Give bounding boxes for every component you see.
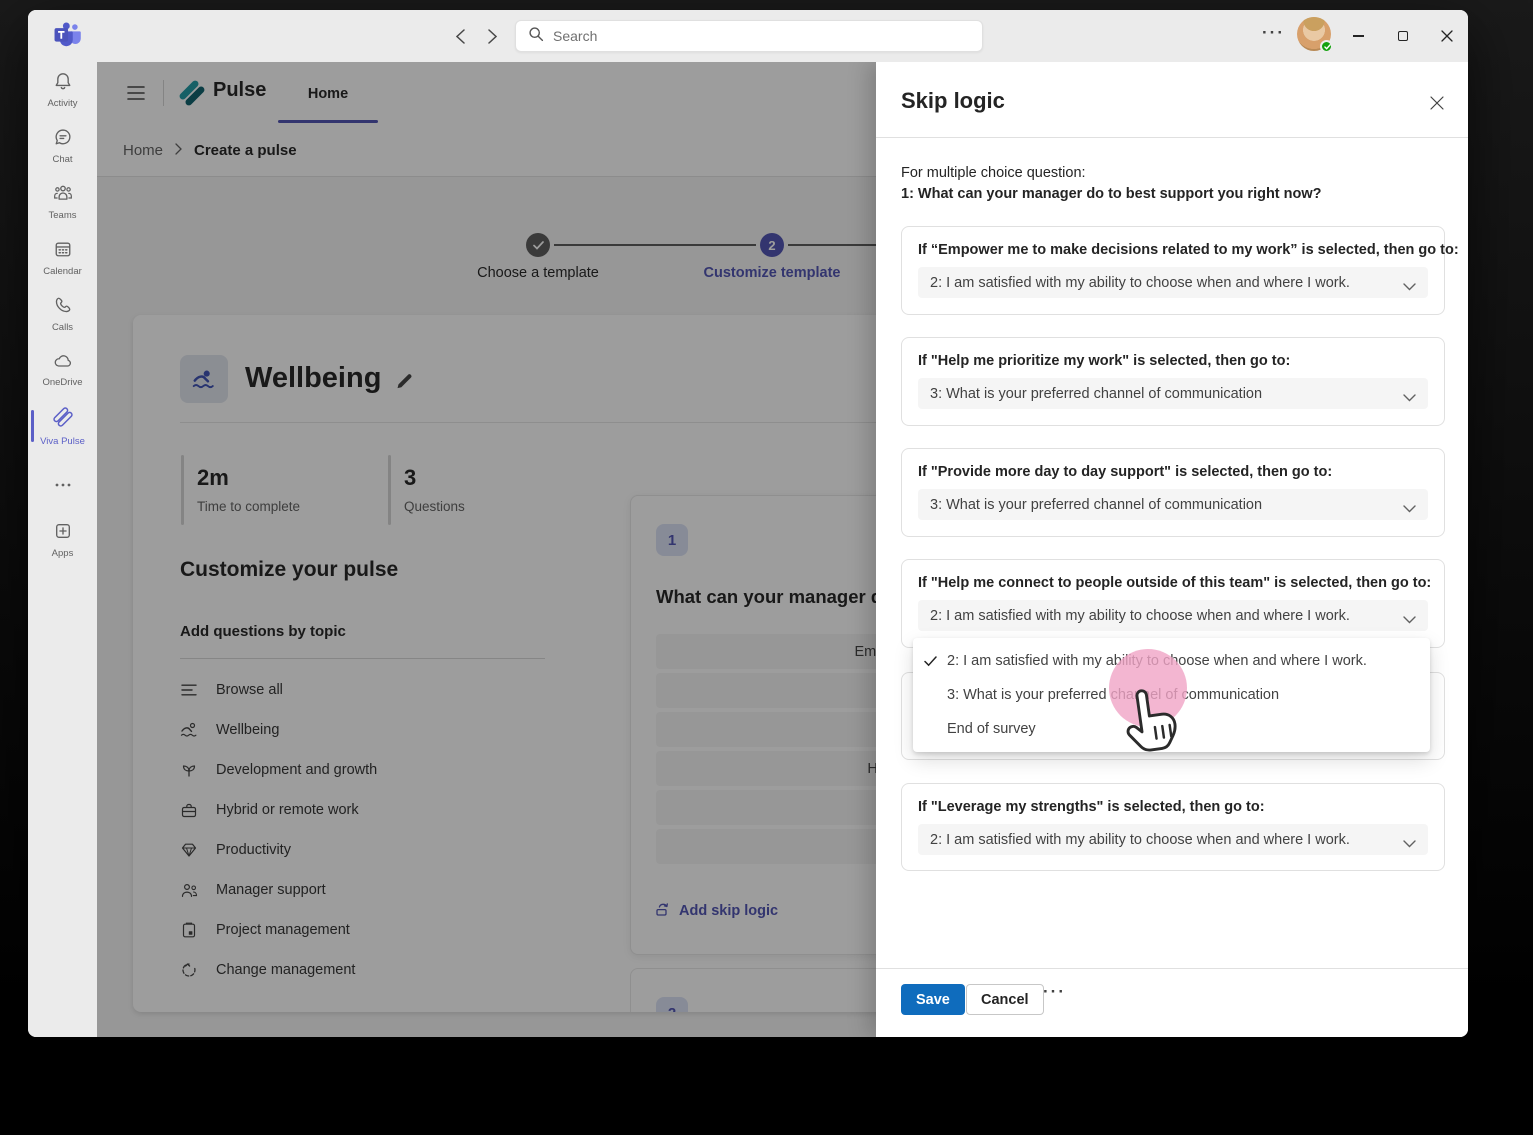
panel-title: Skip logic <box>901 88 1005 114</box>
sidebar-item-teams[interactable]: Teams <box>28 174 97 230</box>
chevron-down-icon <box>1403 836 1416 852</box>
sidebar-item-onedrive[interactable]: OneDrive <box>28 342 97 398</box>
viva-pulse-icon <box>52 406 74 433</box>
rule-goto-dropdown[interactable]: 3: What is your preferred channel of com… <box>918 378 1428 409</box>
sidebar-item-activity[interactable]: Activity <box>28 62 97 118</box>
sidebar-item-calls[interactable]: Calls <box>28 286 97 342</box>
sidebar-item-calendar[interactable]: Calendar <box>28 230 97 286</box>
panel-intro: For multiple choice question: <box>901 165 1086 181</box>
hand-cursor-icon <box>1118 682 1190 765</box>
rule-condition: If "Provide more day to day support" is … <box>918 464 1428 480</box>
chevron-down-icon <box>1403 501 1416 517</box>
cancel-button[interactable]: Cancel <box>966 984 1044 1015</box>
teams-logo-icon <box>54 21 84 52</box>
bell-icon <box>54 72 72 95</box>
sidebar-item-label: Calendar <box>43 266 82 277</box>
sidebar-item-apps[interactable]: Apps <box>28 512 97 568</box>
rule-condition: If "Help me prioritize my work" is selec… <box>918 353 1428 369</box>
panel-more-button[interactable]: ··· <box>1043 982 1066 1002</box>
phone-icon <box>54 296 72 319</box>
rule-goto-dropdown[interactable]: 2: I am satisfied with my ability to cho… <box>918 824 1428 855</box>
presence-available-icon <box>1320 40 1333 53</box>
search-icon <box>528 26 544 47</box>
avatar[interactable] <box>1297 17 1331 51</box>
teams-people-icon <box>53 184 73 207</box>
sidebar-item-label: Calls <box>52 322 73 333</box>
sidebar-item-label: Viva Pulse <box>40 436 85 447</box>
rule-card-3: If "Provide more day to day support" is … <box>901 448 1445 537</box>
sidebar-item-viva-pulse[interactable]: Viva Pulse <box>28 398 97 454</box>
calendar-icon <box>54 240 72 263</box>
chat-icon <box>54 128 72 151</box>
sidebar-item-label: Chat <box>52 154 72 165</box>
rule-condition: If "Help me connect to people outside of… <box>918 575 1428 591</box>
panel-question: 1: What can your manager do to best supp… <box>901 186 1322 202</box>
divider <box>876 968 1468 969</box>
search-input[interactable] <box>553 28 970 44</box>
rule-goto-value: 2: I am satisfied with my ability to cho… <box>930 608 1350 624</box>
rule-goto-dropdown[interactable]: 3: What is your preferred channel of com… <box>918 489 1428 520</box>
close-panel-button[interactable] <box>1424 90 1450 116</box>
rule-goto-value: 3: What is your preferred channel of com… <box>930 386 1262 402</box>
rule-condition: If "Leverage my strengths" is selected, … <box>918 799 1428 815</box>
teams-title-bar: ··· <box>28 10 1468 62</box>
titlebar-more-button[interactable]: ··· <box>1262 23 1285 43</box>
rule-goto-dropdown[interactable]: 2: I am satisfied with my ability to cho… <box>918 267 1428 298</box>
rule-condition: If “Empower me to make decisions related… <box>918 242 1428 258</box>
desktop-background: ··· Activity Chat Teams Calendar <box>0 0 1533 1135</box>
save-button[interactable]: Save <box>901 984 965 1015</box>
nav-back-button[interactable] <box>448 24 472 48</box>
search-box[interactable] <box>515 20 983 52</box>
skip-logic-panel: Skip logic For multiple choice question:… <box>876 62 1468 1037</box>
close-window-button[interactable] <box>1434 24 1460 48</box>
chevron-down-icon <box>1403 612 1416 628</box>
rule-goto-value: 3: What is your preferred channel of com… <box>930 497 1262 513</box>
nav-forward-button[interactable] <box>480 24 504 48</box>
sidebar-item-chat[interactable]: Chat <box>28 118 97 174</box>
minimize-button[interactable] <box>1345 24 1371 48</box>
sidebar-item-label: Teams <box>49 210 77 221</box>
sidebar-item-label: OneDrive <box>42 377 82 388</box>
rule-card-2: If "Help me prioritize my work" is selec… <box>901 337 1445 426</box>
rule-goto-value: 2: I am satisfied with my ability to cho… <box>930 275 1350 291</box>
rule-goto-dropdown-open[interactable]: 2: I am satisfied with my ability to cho… <box>918 600 1428 631</box>
sidebar-item-label: Apps <box>52 548 74 559</box>
rule-card-1: If “Empower me to make decisions related… <box>901 226 1445 315</box>
rule-card-5: If "Leverage my strengths" is selected, … <box>901 783 1445 871</box>
teams-window: ··· Activity Chat Teams Calendar <box>28 10 1468 1037</box>
chevron-down-icon <box>1403 390 1416 406</box>
rule-card-4: If "Help me connect to people outside of… <box>901 559 1445 648</box>
chevron-down-icon <box>1403 279 1416 295</box>
sidebar-item-label: Activity <box>47 98 77 109</box>
check-icon <box>924 655 937 671</box>
maximize-button[interactable] <box>1390 24 1416 48</box>
sidebar-more-button[interactable] <box>28 466 97 500</box>
app-rail: Activity Chat Teams Calendar Calls OneDr… <box>28 62 97 1037</box>
apps-plus-icon <box>54 522 72 545</box>
divider <box>876 137 1468 138</box>
dropdown-option-label: End of survey <box>947 721 1036 737</box>
rule-goto-value: 2: I am satisfied with my ability to cho… <box>930 832 1350 848</box>
more-dots-icon <box>55 474 71 492</box>
cloud-icon <box>53 353 73 374</box>
